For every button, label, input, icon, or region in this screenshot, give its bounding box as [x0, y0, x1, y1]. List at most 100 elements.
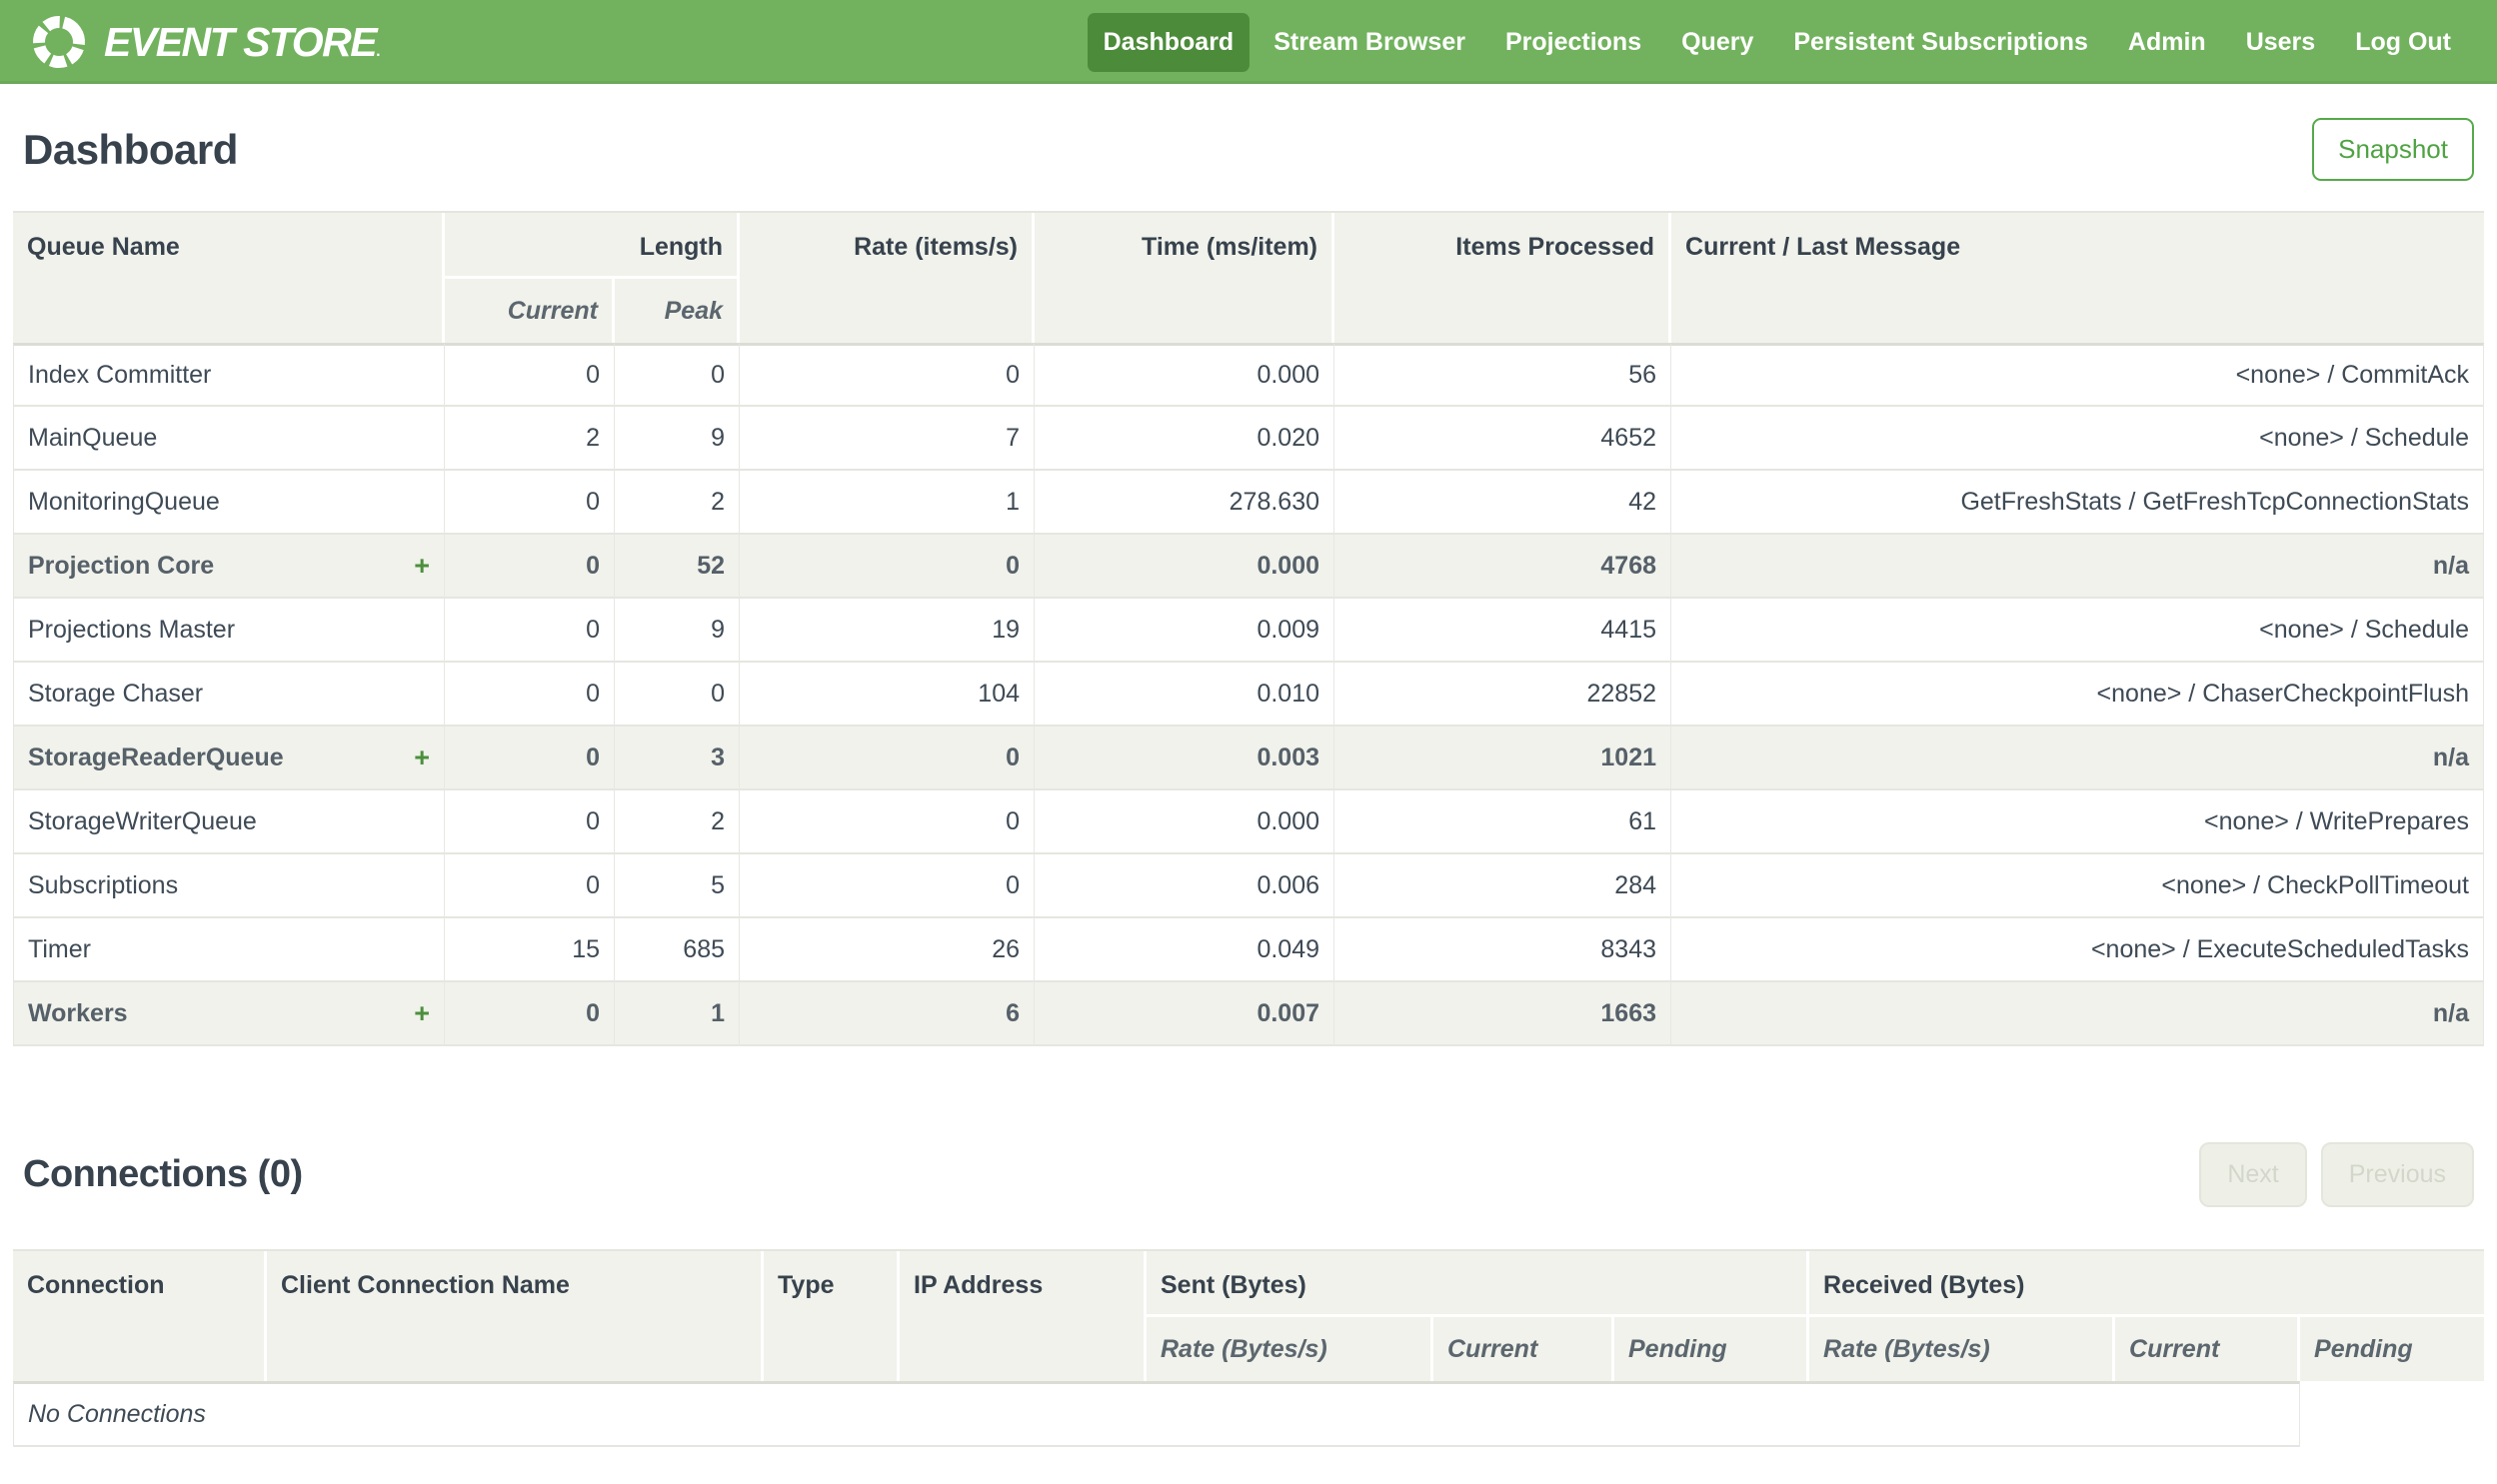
queue-peak-cell: 9: [615, 599, 741, 663]
queue-message-cell: <none> / ExecuteScheduledTasks: [1671, 918, 2484, 982]
queue-peak-cell: 1: [615, 982, 741, 1046]
queue-name-cell: MonitoringQueue: [13, 471, 445, 535]
queue-rate-cell: 7: [740, 407, 1036, 471]
queue-message-cell: GetFreshStats / GetFreshTcpConnectionSta…: [1671, 471, 2484, 535]
queue-current-cell: 0: [445, 471, 615, 535]
col-header-received-rate: Rate (Bytes/s): [1809, 1317, 2116, 1381]
expand-plus-icon[interactable]: +: [414, 998, 430, 1029]
col-header-client-name: Client Connection Name: [267, 1251, 764, 1381]
queue-rate-cell: 104: [740, 663, 1036, 727]
nav-item-log-out[interactable]: Log Out: [2339, 13, 2467, 72]
queue-current-cell: 15: [445, 918, 615, 982]
queue-items-cell: 56: [1334, 343, 1672, 407]
queue-peak-cell: 0: [615, 663, 741, 727]
queue-message-cell: <none> / WritePrepares: [1671, 790, 2484, 854]
col-header-length-current: Current: [445, 279, 615, 343]
queue-current-cell: 0: [445, 663, 615, 727]
queue-rate-cell: 1: [740, 471, 1036, 535]
queue-name-cell: Workers +: [13, 982, 445, 1046]
expand-plus-icon[interactable]: +: [414, 551, 430, 582]
queue-peak-cell: 2: [615, 471, 741, 535]
queue-name: Storage Chaser: [28, 679, 204, 708]
nav-item-projections[interactable]: Projections: [1489, 13, 1657, 72]
eventstore-logo-icon: [33, 16, 85, 68]
connections-table-header: Connection Client Connection Name Type I…: [13, 1251, 2484, 1381]
nav-item-persistent-subscriptions[interactable]: Persistent Subscriptions: [1777, 13, 2104, 72]
col-header-ip-address: IP Address: [900, 1251, 1147, 1381]
col-header-type: Type: [764, 1251, 900, 1381]
queue-time-cell: 0.006: [1035, 854, 1335, 918]
queue-message-cell: <none> / Schedule: [1671, 407, 2484, 471]
queue-peak-cell: 0: [615, 343, 741, 407]
queue-name: MonitoringQueue: [28, 487, 220, 516]
queue-items-cell: 8343: [1334, 918, 1672, 982]
queue-row: Timer 15 685 26 0.049 8343 <none> / ExecuteSch…: [13, 918, 2484, 982]
queue-time-cell: 0.000: [1035, 343, 1335, 407]
expand-plus-icon[interactable]: +: [414, 742, 430, 773]
queue-time-cell: 0.000: [1035, 790, 1335, 854]
queue-rate-cell: 0: [740, 343, 1036, 407]
col-header-sent-rate: Rate (Bytes/s): [1147, 1317, 1433, 1381]
queue-message-cell: <none> / ChaserCheckpointFlush: [1671, 663, 2484, 727]
queue-name: Subscriptions: [28, 870, 179, 899]
nav-item-query[interactable]: Query: [1665, 13, 1769, 72]
queue-rate-cell: 0: [740, 790, 1036, 854]
queue-row: StorageReaderQueue +0 3 0 0.003 1021 n/a: [13, 727, 2484, 790]
queue-row: Subscriptions 0 5 0 0.006 284 <none> / CheckPo…: [13, 854, 2484, 918]
nav-item-users[interactable]: Users: [2230, 13, 2332, 72]
queue-message-cell: <none> / Schedule: [1671, 599, 2484, 663]
nav-item-stream-browser[interactable]: Stream Browser: [1257, 13, 1481, 72]
queue-name: StorageReaderQueue: [28, 742, 284, 771]
queue-message-cell: n/a: [1671, 535, 2484, 599]
connections-table-body: No Connections: [13, 1381, 2484, 1447]
queue-row: Projection Core +0 52 0 0.000 4768 n/a: [13, 535, 2484, 599]
queue-row: StorageWriterQueue 0 2 0 0.000 61 <none> / Wri…: [13, 790, 2484, 854]
queue-rate-cell: 0: [740, 854, 1036, 918]
nav-item-admin[interactable]: Admin: [2112, 13, 2222, 72]
queue-rate-cell: 0: [740, 535, 1036, 599]
col-header-items-processed: Items Processed: [1334, 213, 1672, 343]
connections-table: Connection Client Connection Name Type I…: [13, 1249, 2484, 1447]
connections-head: Connections (0) Next Previous: [23, 1142, 2474, 1207]
queue-name-cell: StorageReaderQueue +: [13, 727, 445, 790]
queue-peak-cell: 2: [615, 790, 741, 854]
queue-items-cell: 4768: [1334, 535, 1672, 599]
queue-time-cell: 0.010: [1035, 663, 1335, 727]
nav-item-dashboard[interactable]: Dashboard: [1087, 12, 1250, 72]
queue-time-cell: 0.009: [1035, 599, 1335, 663]
queue-current-cell: 0: [445, 727, 615, 790]
col-header-length: Length: [445, 213, 741, 279]
queue-peak-cell: 685: [615, 918, 741, 982]
queue-name: Projections Master: [28, 615, 236, 644]
queue-message-cell: <none> / CommitAck: [1671, 343, 2484, 407]
queue-name-cell: StorageWriterQueue: [13, 790, 445, 854]
previous-button[interactable]: Previous: [2320, 1142, 2474, 1207]
queue-name-cell: Index Committer: [13, 343, 445, 407]
page-head: Dashboard Snapshot: [23, 118, 2474, 181]
col-header-received: Received (Bytes): [1809, 1251, 2484, 1317]
queue-peak-cell: 52: [615, 535, 741, 599]
next-button[interactable]: Next: [2199, 1142, 2307, 1207]
queue-name-cell: MainQueue: [13, 407, 445, 471]
queue-row: Index Committer 0 0 0 0.000 56 <none> / Commit…: [13, 343, 2484, 407]
queue-message-cell: <none> / CheckPollTimeout: [1671, 854, 2484, 918]
col-header-sent: Sent (Bytes): [1147, 1251, 1810, 1317]
queue-name-cell: Timer: [13, 918, 445, 982]
queue-time-cell: 0.020: [1035, 407, 1335, 471]
queue-items-cell: 1021: [1334, 727, 1672, 790]
snapshot-button[interactable]: Snapshot: [2312, 118, 2474, 181]
queue-name-cell: Projections Master: [13, 599, 445, 663]
queue-stats-table: Queue Name Length Rate (items/s) Time (m…: [13, 211, 2484, 1046]
queue-peak-cell: 9: [615, 407, 741, 471]
queue-current-cell: 0: [445, 854, 615, 918]
col-header-sent-current: Current: [1433, 1317, 1614, 1381]
col-header-received-pending: Pending: [2300, 1317, 2484, 1381]
queue-name: Timer: [28, 934, 91, 963]
queue-current-cell: 0: [445, 599, 615, 663]
col-header-received-current: Current: [2115, 1317, 2301, 1381]
no-connections-row: No Connections: [13, 1381, 2484, 1447]
col-header-length-peak: Peak: [615, 279, 741, 343]
queue-items-cell: 42: [1334, 471, 1672, 535]
queue-rate-cell: 26: [740, 918, 1036, 982]
top-navbar: EVENT STORE. Dashboard Stream Browser Proj…: [0, 0, 2497, 84]
